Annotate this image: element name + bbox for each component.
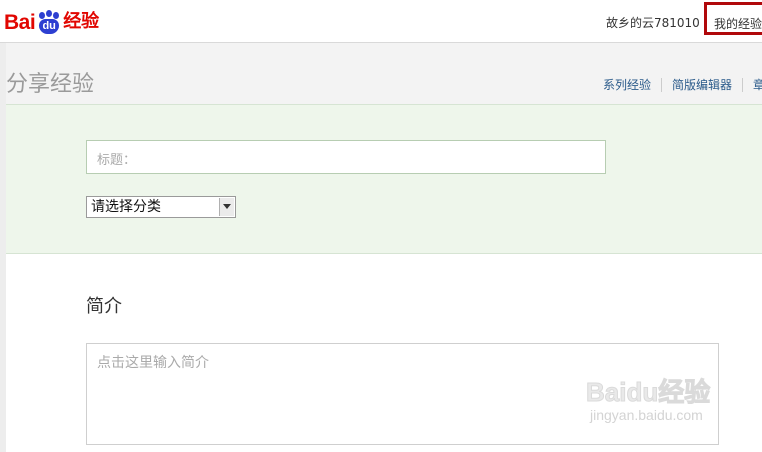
title-input[interactable]: 标题： [86, 140, 606, 174]
divider [661, 77, 663, 92]
series-experience-link[interactable]: 系列经验 [603, 76, 651, 93]
intro-heading: 简介 [86, 296, 122, 317]
title-placeholder: 标题： [97, 153, 137, 168]
intro-placeholder: 点击这里输入简介 [97, 355, 209, 371]
top-bar: Bai du 经验 故乡的云781010 我的经验 [0, 0, 762, 43]
more-link[interactable]: 章 [753, 76, 762, 93]
divider [742, 77, 744, 92]
page-title: 分享经验 [6, 72, 95, 97]
title-section [6, 104, 762, 254]
category-selected-value: 请选择分类 [91, 199, 161, 215]
paw-toe [46, 10, 53, 17]
baidu-jingyan-logo[interactable]: Bai du 经验 [4, 8, 99, 36]
paw-du-text: du [39, 19, 60, 34]
editor-links: 系列经验 简版编辑器 章 [603, 76, 762, 93]
paw-toe [39, 12, 46, 19]
my-experience-label: 我的经验 [714, 17, 762, 31]
paw-icon: du [36, 10, 62, 34]
intro-textarea[interactable]: 点击这里输入简介 [86, 343, 719, 445]
category-select[interactable]: 请选择分类 [86, 196, 236, 218]
my-experience-link[interactable]: 我的经验 [704, 2, 762, 35]
username-link[interactable]: 故乡的云781010 [606, 14, 700, 31]
paw-toe [53, 12, 60, 19]
chevron-down-icon[interactable] [219, 198, 234, 216]
simple-editor-link[interactable]: 简版编辑器 [672, 76, 732, 93]
logo-jingyan-text: 经验 [63, 11, 100, 32]
logo-bai-text: Bai [4, 10, 36, 34]
